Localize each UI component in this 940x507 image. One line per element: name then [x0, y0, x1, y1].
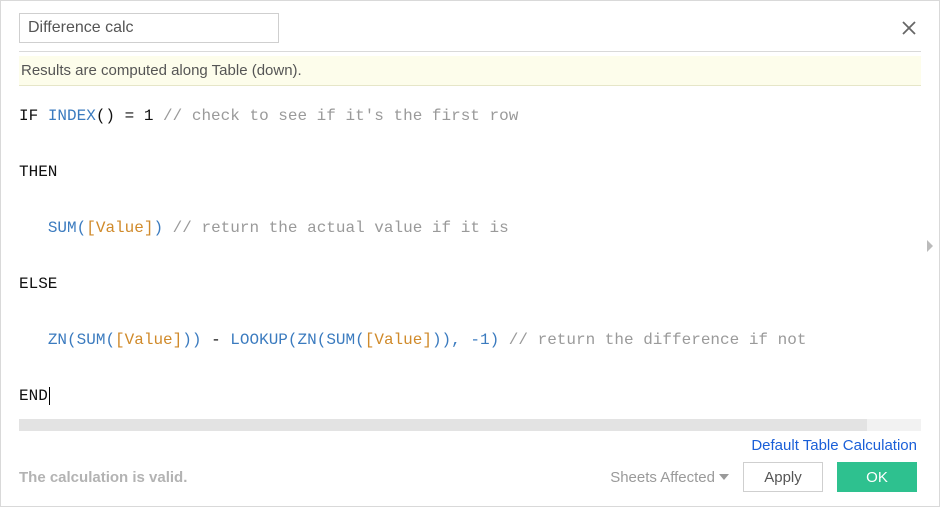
header-divider	[19, 51, 921, 52]
keyword-then: THEN	[19, 163, 57, 181]
chevron-down-icon	[719, 474, 729, 480]
field-value: [Value]	[365, 331, 432, 349]
paren: (	[77, 219, 87, 237]
dialog-footer: The calculation is valid. Sheets Affecte…	[1, 456, 939, 506]
function-sum: SUM	[326, 331, 355, 349]
indent	[19, 331, 48, 349]
validation-status: The calculation is valid.	[19, 469, 187, 486]
link-row: Default Table Calculation	[1, 435, 939, 456]
formula-editor[interactable]: IF INDEX() = 1 // check to see if it's t…	[1, 86, 939, 419]
paren: (	[355, 331, 365, 349]
keyword-else: ELSE	[19, 275, 57, 293]
sheets-affected-label: Sheets Affected	[610, 469, 715, 486]
operator-minus: -	[201, 331, 230, 349]
text: () = 1	[96, 107, 154, 125]
function-sum: SUM	[77, 331, 106, 349]
close-button[interactable]	[897, 16, 921, 40]
calculation-editor-dialog: Results are computed along Table (down).…	[0, 0, 940, 507]
paren: (	[105, 331, 115, 349]
function-zn: ZN	[298, 331, 317, 349]
default-table-calculation-link[interactable]: Default Table Calculation	[751, 437, 917, 454]
expand-handle[interactable]	[923, 236, 937, 256]
function-lookup: LOOKUP	[230, 331, 288, 349]
dialog-header	[1, 1, 939, 51]
horizontal-scrollbar-thumb[interactable]	[19, 419, 867, 431]
function-zn: ZN	[48, 331, 67, 349]
paren: (	[317, 331, 327, 349]
field-value: [Value]	[115, 331, 182, 349]
horizontal-scrollbar[interactable]	[19, 419, 921, 431]
paren-num: )), -1)	[432, 331, 499, 349]
ok-button[interactable]: OK	[837, 462, 917, 492]
function-sum: SUM	[48, 219, 77, 237]
calculation-name-input[interactable]	[19, 13, 279, 43]
function-index: INDEX	[48, 107, 96, 125]
paren: ))	[182, 331, 201, 349]
paren: )	[153, 219, 163, 237]
apply-button[interactable]: Apply	[743, 462, 823, 492]
paren: (	[67, 331, 77, 349]
footer-right: Sheets Affected Apply OK	[610, 462, 917, 492]
comment: // return the difference if not	[509, 331, 807, 349]
keyword-end: END	[19, 387, 48, 405]
indent	[19, 219, 48, 237]
field-value: [Value]	[86, 219, 153, 237]
compute-info-bar: Results are computed along Table (down).	[19, 56, 921, 86]
text-caret	[49, 387, 50, 405]
comment: // return the actual value if it is	[173, 219, 509, 237]
keyword-if: IF	[19, 107, 38, 125]
chevron-right-icon	[925, 239, 935, 253]
formula-editor-wrap: IF INDEX() = 1 // check to see if it's t…	[1, 86, 939, 419]
comment: // check to see if it's the first row	[163, 107, 518, 125]
sheets-affected-dropdown[interactable]: Sheets Affected	[610, 469, 729, 486]
close-icon	[900, 19, 918, 37]
paren: (	[288, 331, 298, 349]
